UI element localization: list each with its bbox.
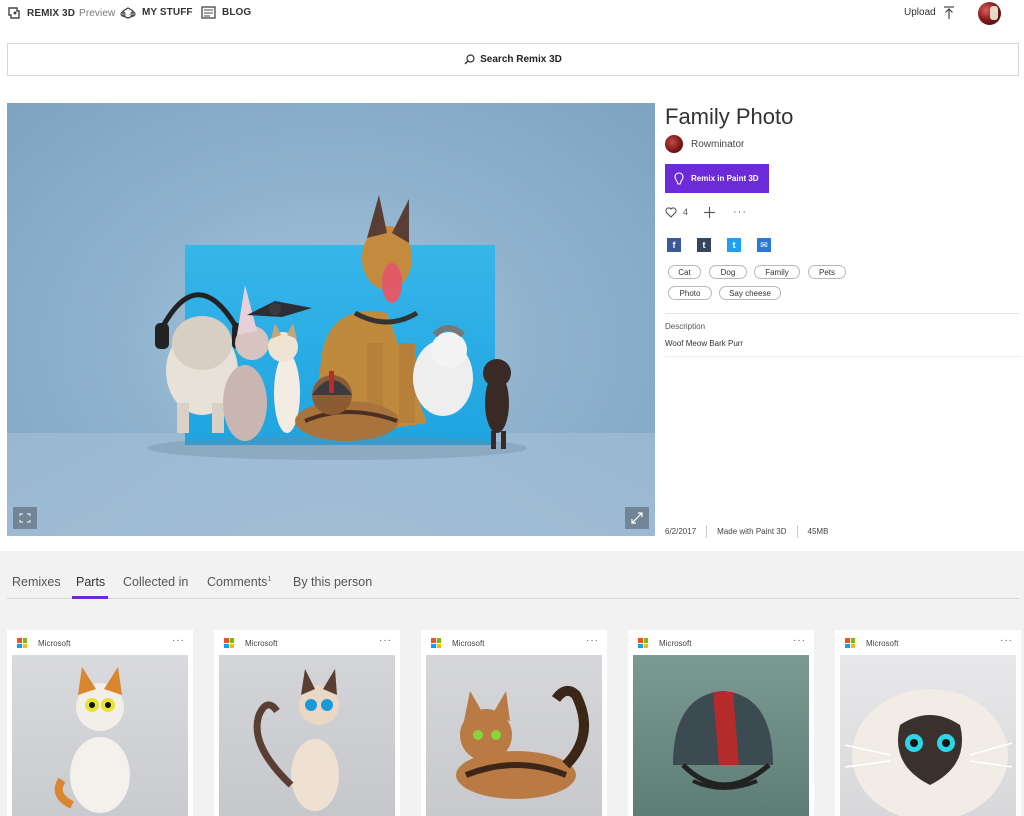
search-icon <box>464 54 475 65</box>
family-photo-scene <box>147 195 527 460</box>
tab-collected-in[interactable]: Collected in <box>123 575 188 589</box>
remix3d-logo-icon <box>8 7 20 19</box>
model-title: Family Photo <box>665 104 794 129</box>
model-actions: 4 ··· <box>665 206 747 218</box>
part-card[interactable]: Microsoft ··· <box>835 630 1021 816</box>
description-text: Woof Meow Bark Purr <box>665 339 744 348</box>
expand-button[interactable] <box>625 507 649 529</box>
remix-in-paint3d-button[interactable]: Remix in Paint 3D <box>665 164 769 193</box>
heart-icon[interactable] <box>665 206 677 218</box>
card-thumbnail <box>12 655 188 816</box>
microsoft-logo-icon <box>224 638 234 648</box>
tab-by-this-person[interactable]: By this person <box>293 575 372 589</box>
tumblr-share-icon[interactable]: t <box>697 238 711 252</box>
brand-sub-label: Preview <box>79 7 116 19</box>
description-label: Description <box>665 322 706 331</box>
card-thumbnail <box>426 655 602 816</box>
divider <box>665 356 1020 357</box>
card-more-button[interactable]: ··· <box>1000 635 1013 646</box>
card-thumbnail <box>633 655 809 816</box>
author-avatar <box>665 135 683 153</box>
tag[interactable]: Dog <box>709 265 747 279</box>
card-more-button[interactable]: ··· <box>379 635 392 646</box>
meta-separator <box>796 525 798 538</box>
blog-label: BLOG <box>222 7 252 18</box>
card-thumbnail <box>219 655 395 816</box>
card-publisher: Microsoft <box>659 639 692 648</box>
more-options-button[interactable]: ··· <box>733 206 747 218</box>
tab-remixes[interactable]: Remixes <box>12 575 61 589</box>
tag[interactable]: Cat <box>668 265 701 279</box>
card-header: Microsoft ··· <box>421 630 607 655</box>
remix-label: Remix in Paint 3D <box>691 174 759 183</box>
top-navigation: REMIX 3D Preview MY STUFF BLOG Upload <box>0 0 1024 30</box>
microsoft-logo-icon <box>17 638 27 648</box>
share-row: f t t ✉ <box>667 238 787 252</box>
tag[interactable]: Pets <box>808 265 846 279</box>
fit-view-icon <box>19 513 31 523</box>
part-card[interactable]: Microsoft ··· <box>214 630 400 816</box>
email-share-icon[interactable]: ✉ <box>757 238 771 252</box>
part-card[interactable]: Microsoft ··· <box>7 630 193 816</box>
microsoft-logo-icon <box>638 638 648 648</box>
like-count: 4 <box>683 207 689 217</box>
twitter-share-icon[interactable]: t <box>727 238 741 252</box>
expand-icon <box>631 512 643 524</box>
card-more-button[interactable]: ··· <box>172 635 185 646</box>
blog-link[interactable]: BLOG <box>201 6 251 19</box>
card-header: Microsoft ··· <box>214 630 400 655</box>
brand-label: REMIX 3D <box>27 7 76 19</box>
related-tabs: Remixes Parts Collected in Comments1 By … <box>0 572 1024 600</box>
microsoft-logo-icon <box>845 638 855 648</box>
made-with: Made with Paint 3D <box>717 527 787 536</box>
my-stuff-link[interactable]: MY STUFF <box>120 6 193 19</box>
tab-parts[interactable]: Parts <box>76 575 105 589</box>
blog-icon <box>201 6 216 19</box>
facebook-share-icon[interactable]: f <box>667 238 681 252</box>
part-card[interactable]: Microsoft ··· <box>421 630 607 816</box>
tab-comments-label: Comments <box>207 575 268 589</box>
upload-label: Upload <box>904 7 936 18</box>
card-more-button[interactable]: ··· <box>793 635 806 646</box>
upload-icon <box>943 6 954 19</box>
divider <box>665 313 1020 314</box>
user-avatar[interactable] <box>978 2 1001 25</box>
card-publisher: Microsoft <box>38 639 71 648</box>
part-card[interactable]: Microsoft ··· <box>628 630 814 816</box>
plus-icon[interactable] <box>704 206 716 218</box>
card-thumbnail <box>840 655 1016 816</box>
tag[interactable]: Family <box>754 265 800 279</box>
model-meta: 6/2/2017 Made with Paint 3D 45MB <box>665 525 828 538</box>
card-more-button[interactable]: ··· <box>586 635 599 646</box>
my-stuff-label: MY STUFF <box>142 7 193 18</box>
active-tab-indicator <box>72 596 108 599</box>
tag[interactable]: Photo <box>668 286 712 300</box>
author-name: Rowminator <box>691 138 745 150</box>
fit-view-button[interactable] <box>13 507 37 529</box>
card-publisher: Microsoft <box>245 639 278 648</box>
author-link[interactable]: Rowminator <box>665 135 744 153</box>
card-header: Microsoft ··· <box>835 630 1021 655</box>
search-label: Search Remix 3D <box>480 54 562 65</box>
tab-comments[interactable]: Comments1 <box>207 575 271 589</box>
tab-rule <box>7 598 1019 599</box>
card-publisher: Microsoft <box>452 639 485 648</box>
tag[interactable]: Say cheese <box>719 286 781 300</box>
remix3d-home-link[interactable]: REMIX 3D Preview <box>7 6 115 20</box>
file-size: 45MB <box>807 527 829 536</box>
card-header: Microsoft ··· <box>628 630 814 655</box>
my-stuff-icon <box>120 7 136 19</box>
upload-button[interactable]: Upload <box>904 6 954 19</box>
model-viewer[interactable] <box>7 103 655 536</box>
paint3d-icon <box>674 172 684 185</box>
search-bar[interactable]: Search Remix 3D <box>7 43 1019 76</box>
upload-date: 6/2/2017 <box>665 527 697 536</box>
microsoft-logo-icon <box>431 638 441 648</box>
card-header: Microsoft ··· <box>7 630 193 655</box>
comments-count: 1 <box>267 575 272 583</box>
card-publisher: Microsoft <box>866 639 899 648</box>
meta-separator <box>706 525 708 538</box>
